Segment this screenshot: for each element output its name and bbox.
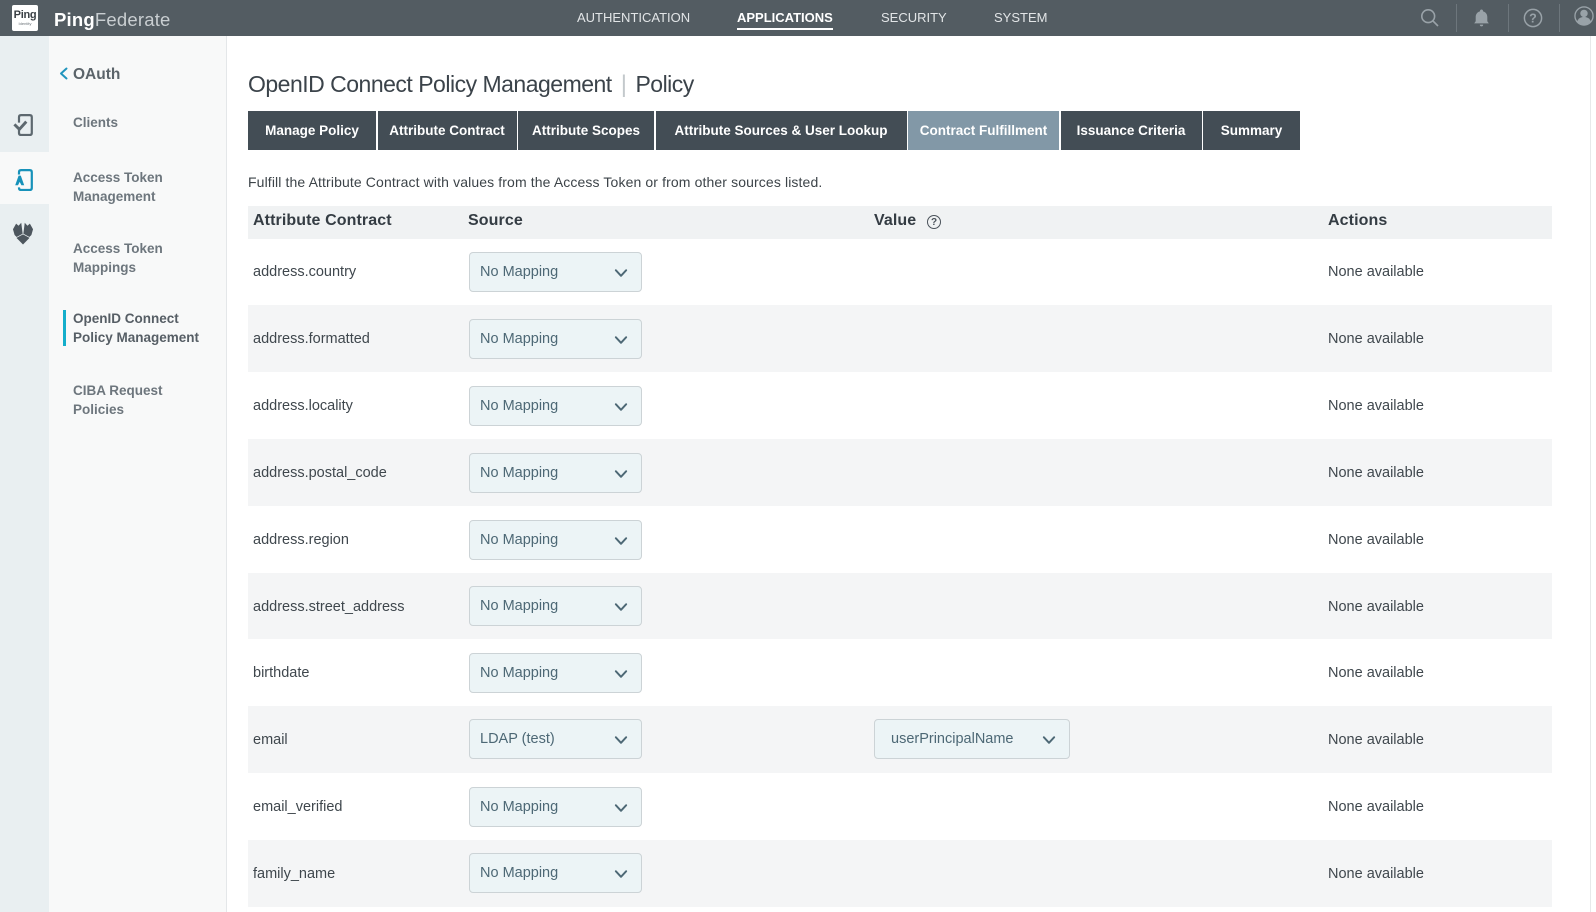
svg-text:?: ?	[1529, 12, 1537, 26]
